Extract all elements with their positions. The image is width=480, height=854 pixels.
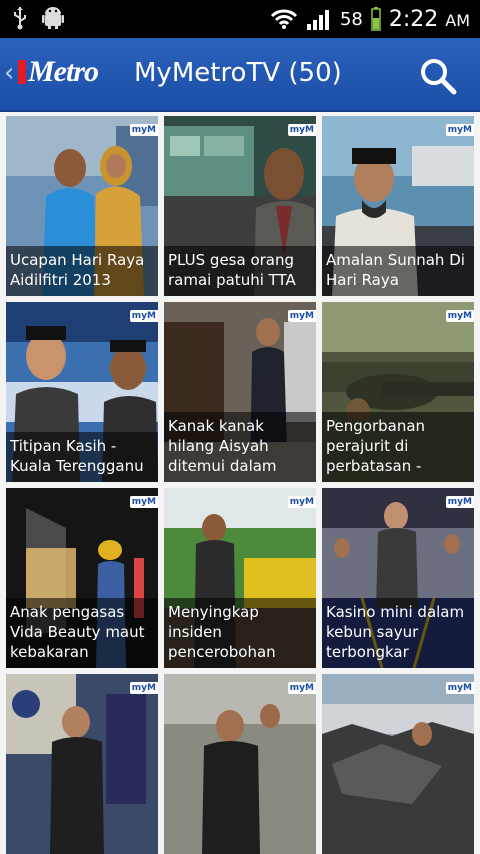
channel-badge: myM bbox=[445, 496, 474, 508]
channel-badge: myM bbox=[129, 310, 158, 322]
video-tile[interactable]: myM Ucapan Hari Raya Aidilfitri 2013 bbox=[6, 116, 158, 296]
search-icon[interactable] bbox=[418, 56, 458, 96]
status-bar: 58 2:22 AM bbox=[0, 0, 480, 38]
notification-icons bbox=[12, 6, 64, 30]
channel-badge: myM bbox=[445, 310, 474, 322]
channel-badge: myM bbox=[129, 496, 158, 508]
app-bar: ‹ Metro MyMetroTV (50) bbox=[0, 38, 480, 112]
video-grid: myM Ucapan Hari Raya Aidilfitri 2013 myM… bbox=[0, 112, 480, 854]
system-indicators: 58 2:22 AM bbox=[270, 4, 470, 34]
video-tile[interactable]: myM Menyingkap insiden pencerobohan bbox=[164, 488, 316, 668]
video-caption: Amalan Sunnah Di Hari Raya bbox=[322, 246, 474, 296]
logo-text: Metro bbox=[28, 55, 99, 88]
video-tile[interactable]: myM bbox=[164, 674, 316, 854]
video-tile[interactable]: myM Titipan Kasih - Kuala Terengganu bbox=[6, 302, 158, 482]
channel-badge: myM bbox=[287, 682, 316, 694]
metro-logo[interactable]: Metro bbox=[18, 55, 128, 88]
usb-icon bbox=[14, 7, 26, 30]
video-caption: Pengorbanan perajurit di perbatasan - bbox=[322, 412, 474, 482]
back-chevron-icon[interactable]: ‹ bbox=[4, 60, 14, 86]
wifi-icon bbox=[270, 9, 297, 29]
video-caption: Kasino mini dalam kebun sayur terbongkar bbox=[322, 598, 474, 668]
battery-level: 58 bbox=[339, 8, 363, 30]
video-caption: Ucapan Hari Raya Aidilfitri 2013 bbox=[6, 246, 158, 296]
signal-icon bbox=[306, 10, 329, 30]
clock: 2:22 AM bbox=[389, 7, 470, 32]
channel-badge: myM bbox=[287, 124, 316, 136]
video-tile[interactable]: myM Amalan Sunnah Di Hari Raya bbox=[322, 116, 474, 296]
video-tile[interactable]: myM Kanak kanak hilang Aisyah ditemui da… bbox=[164, 302, 316, 482]
video-thumbnail bbox=[164, 674, 316, 854]
video-caption: Kanak kanak hilang Aisyah ditemui dalam bbox=[164, 412, 316, 482]
channel-badge: myM bbox=[129, 682, 158, 694]
video-tile[interactable]: myM Pengorbanan perajurit di perbatasan … bbox=[322, 302, 474, 482]
video-thumbnail bbox=[322, 674, 474, 854]
video-tile[interactable]: myM Anak pengasas Vida Beauty maut kebak… bbox=[6, 488, 158, 668]
channel-badge: myM bbox=[287, 310, 316, 322]
video-caption: Menyingkap insiden pencerobohan bbox=[164, 598, 316, 668]
video-tile[interactable]: myM bbox=[6, 674, 158, 854]
video-tile[interactable]: myM bbox=[322, 674, 474, 854]
android-debug-icon bbox=[42, 7, 64, 29]
battery-charging-icon bbox=[371, 7, 381, 31]
channel-badge: myM bbox=[287, 496, 316, 508]
channel-badge: myM bbox=[445, 682, 474, 694]
page-title: MyMetroTV (50) bbox=[134, 58, 342, 88]
video-tile[interactable]: myM PLUS gesa orang ramai patuhi TTA bbox=[164, 116, 316, 296]
video-caption: Anak pengasas Vida Beauty maut kebakaran bbox=[6, 598, 158, 668]
logo-mark bbox=[18, 60, 26, 84]
clock-ampm: AM bbox=[445, 10, 470, 30]
channel-badge: myM bbox=[129, 124, 158, 136]
video-caption: Titipan Kasih - Kuala Terengganu bbox=[6, 432, 158, 482]
video-tile[interactable]: myM Kasino mini dalam kebun sayur terbon… bbox=[322, 488, 474, 668]
video-caption: PLUS gesa orang ramai patuhi TTA bbox=[164, 246, 316, 296]
clock-time: 2:22 bbox=[388, 6, 439, 32]
video-thumbnail bbox=[6, 674, 158, 854]
channel-badge: myM bbox=[445, 124, 474, 136]
